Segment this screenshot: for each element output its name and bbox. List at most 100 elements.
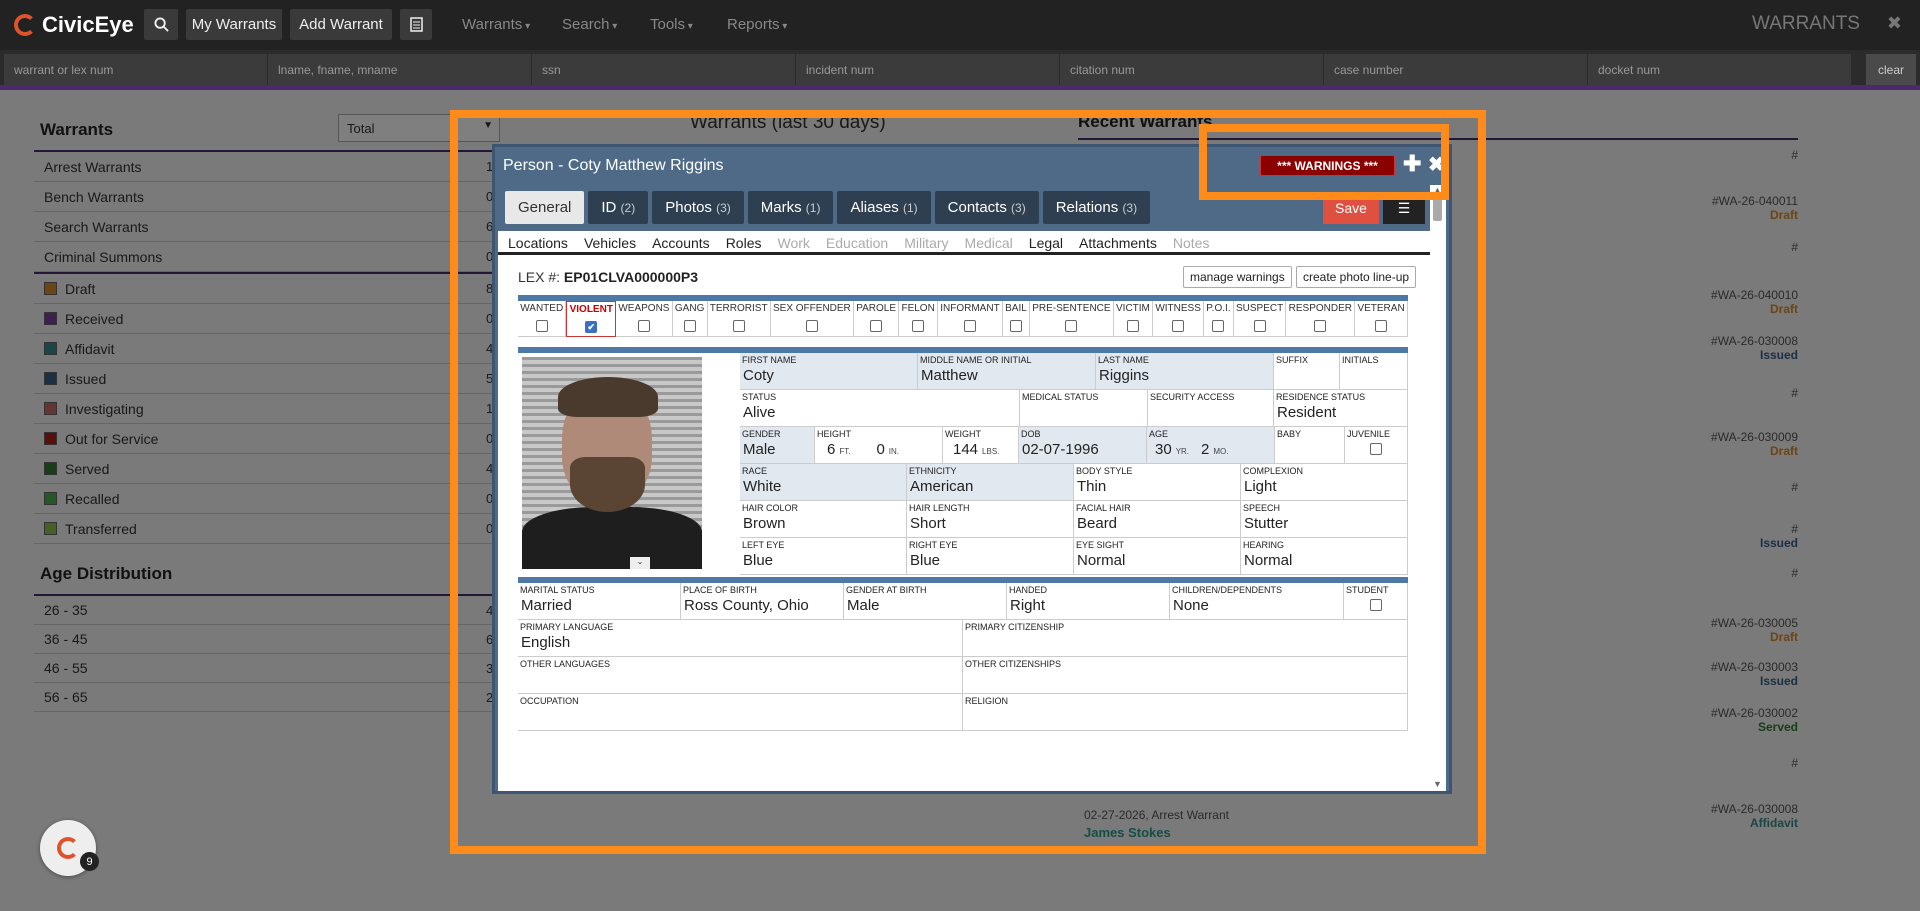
status-field[interactable]: STATUS Alive <box>740 390 1020 427</box>
other-lang-field[interactable]: OTHER LANGUAGES <box>518 657 963 694</box>
speech-field[interactable]: SPEECH Stutter <box>1241 501 1408 538</box>
juvenile-field[interactable]: JUVENILE <box>1345 427 1408 464</box>
first-name-field[interactable]: FIRST NAME Coty <box>740 353 918 390</box>
subtab-roles[interactable]: Roles <box>726 235 762 251</box>
ethnicity-field[interactable]: ETHNICITY American <box>907 464 1074 501</box>
flag-checkbox[interactable] <box>535 320 548 332</box>
tab-contacts[interactable]: Contacts (3) <box>934 191 1039 224</box>
nav-warrants[interactable]: Warrants <box>462 16 530 33</box>
scroll-up-icon[interactable]: ▲ <box>1433 185 1442 195</box>
incident-num-input[interactable]: incident num <box>796 54 1060 85</box>
menu-button[interactable]: ☰ <box>1383 192 1425 224</box>
clear-button[interactable]: clear <box>1866 54 1916 85</box>
suffix-field[interactable]: SUFFIX <box>1274 353 1340 390</box>
flag-checkbox[interactable] <box>732 320 745 332</box>
app-logo[interactable]: CivicEye <box>14 12 134 38</box>
nav-tools[interactable]: Tools <box>650 16 693 33</box>
eyesight-field[interactable]: EYE SIGHT Normal <box>1074 538 1241 575</box>
docket-num-input[interactable]: docket num <box>1588 54 1852 85</box>
subtab-vehicles[interactable]: Vehicles <box>584 235 636 251</box>
facial-field[interactable]: FACIAL HAIR Beard <box>1074 501 1241 538</box>
report-button[interactable] <box>400 9 432 40</box>
student-checkbox[interactable] <box>1369 599 1382 611</box>
residence-field[interactable]: RESIDENCE STATUS Resident <box>1274 390 1408 427</box>
language-field[interactable]: PRIMARY LANGUAGE English <box>518 620 963 657</box>
ssn-input[interactable]: ssn <box>532 54 796 85</box>
flag-checkbox[interactable] <box>637 320 650 332</box>
tab-relations[interactable]: Relations (3) <box>1042 191 1151 224</box>
baby-field[interactable]: BABY <box>1275 427 1345 464</box>
gab-field[interactable]: GENDER AT BIRTH Male <box>844 583 1007 620</box>
nav-reports[interactable]: Reports <box>727 16 787 33</box>
citizenship-field[interactable]: PRIMARY CITIZENSHIP <box>963 620 1408 657</box>
tab-aliases[interactable]: Aliases (1) <box>837 191 931 224</box>
save-button[interactable]: Save <box>1323 192 1379 224</box>
initials-field[interactable]: INITIALS <box>1340 353 1408 390</box>
nav-search[interactable]: Search <box>562 16 617 33</box>
flag-checkbox[interactable] <box>912 320 925 332</box>
hair-length-field[interactable]: HAIR LENGTH Short <box>907 501 1074 538</box>
security-field[interactable]: SECURITY ACCESS <box>1148 390 1274 427</box>
other-cit-field[interactable]: OTHER CITIZENSHIPS <box>963 657 1408 694</box>
case-number-input[interactable]: case number <box>1324 54 1588 85</box>
right-eye-field[interactable]: RIGHT EYE Blue <box>907 538 1074 575</box>
hearing-field[interactable]: HEARING Normal <box>1241 538 1408 575</box>
handed-field[interactable]: HANDED Right <box>1007 583 1170 620</box>
person-photo[interactable]: ⌄ <box>522 357 702 569</box>
hair-color-field[interactable]: HAIR COLOR Brown <box>740 501 907 538</box>
subtab-legal[interactable]: Legal <box>1029 235 1063 251</box>
flag-checkbox[interactable] <box>870 320 883 332</box>
complexion-field[interactable]: COMPLEXION Light <box>1241 464 1408 501</box>
race-field[interactable]: RACE White <box>740 464 907 501</box>
tab-id[interactable]: ID (2) <box>588 191 649 224</box>
juvenile-checkbox[interactable] <box>1370 443 1382 455</box>
student-field[interactable]: STUDENT <box>1344 583 1408 620</box>
tab-general[interactable]: General <box>505 191 585 224</box>
occupation-field[interactable]: OCCUPATION <box>518 694 963 731</box>
photo-lineup-button[interactable]: create photo line-up <box>1296 266 1417 288</box>
flag-checkbox[interactable] <box>1126 320 1139 332</box>
tab-photos[interactable]: Photos (3) <box>652 191 744 224</box>
tab-marks[interactable]: Marks (1) <box>747 191 834 224</box>
warnings-button[interactable]: *** WARNINGS *** <box>1260 155 1395 176</box>
height-field[interactable]: HEIGHT 6 FT. 0 IN. <box>815 427 943 464</box>
close-icon[interactable]: ✖ <box>1428 152 1445 177</box>
gender-field[interactable]: GENDER Male <box>740 427 815 464</box>
middle-field[interactable]: MIDDLE NAME OR INITIAL Matthew <box>918 353 1096 390</box>
my-warrants-button[interactable]: My Warrants <box>186 9 282 40</box>
subtab-locations[interactable]: Locations <box>508 235 568 251</box>
add-warrant-button[interactable]: Add Warrant <box>290 9 392 40</box>
flag-checkbox[interactable] <box>805 320 818 332</box>
flag-checkbox[interactable] <box>1172 320 1185 332</box>
medical-field[interactable]: MEDICAL STATUS <box>1020 390 1148 427</box>
flag-checkbox[interactable] <box>1212 320 1225 332</box>
flag-checkbox[interactable]: ✔ <box>585 321 598 333</box>
citation-num-input[interactable]: citation num <box>1060 54 1324 85</box>
dob-field[interactable]: DOB 02-07-1996 <box>1019 427 1147 464</box>
name-input[interactable]: lname, fname, mname <box>268 54 532 85</box>
warrant-num-input[interactable]: warrant or lex num <box>4 54 268 85</box>
left-eye-field[interactable]: LEFT EYE Blue <box>740 538 907 575</box>
subtab-attachments[interactable]: Attachments <box>1079 235 1157 251</box>
children-field[interactable]: CHILDREN/DEPENDENTS None <box>1170 583 1344 620</box>
body-field[interactable]: BODY STYLE Thin <box>1074 464 1241 501</box>
flag-checkbox[interactable] <box>1065 320 1078 332</box>
flag-checkbox[interactable] <box>963 320 976 332</box>
plus-icon[interactable]: ✚ <box>1403 151 1421 177</box>
marital-field[interactable]: MARITAL STATUS Married <box>518 583 681 620</box>
religion-field[interactable]: RELIGION <box>963 694 1408 731</box>
weight-field[interactable]: WEIGHT 144 LBS. <box>943 427 1019 464</box>
pob-field[interactable]: PLACE OF BIRTH Ross County, Ohio <box>681 583 844 620</box>
manage-warnings-button[interactable]: manage warnings <box>1183 266 1292 288</box>
flag-checkbox[interactable] <box>683 320 696 332</box>
close-icon[interactable]: ✖ <box>1887 13 1902 34</box>
photo-expand-icon[interactable]: ⌄ <box>630 557 650 569</box>
age-field[interactable]: AGE 30 YR. 2 MO. <box>1147 427 1275 464</box>
flag-checkbox[interactable] <box>1314 320 1327 332</box>
scroll-thumb[interactable] <box>1433 199 1442 221</box>
flag-checkbox[interactable] <box>1375 320 1388 332</box>
modal-scrollbar[interactable]: ▲ ▼ <box>1430 185 1446 791</box>
last-field[interactable]: LAST NAME Riggins <box>1096 353 1274 390</box>
subtab-accounts[interactable]: Accounts <box>652 235 710 251</box>
scroll-down-icon[interactable]: ▼ <box>1433 779 1442 789</box>
